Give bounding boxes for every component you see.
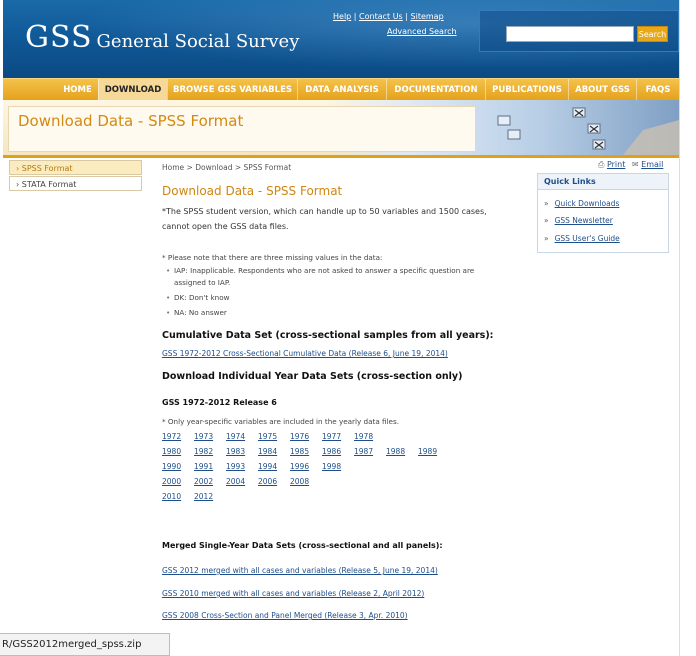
search-button[interactable]: Search — [637, 26, 668, 42]
year-link[interactable]: 1991 — [194, 462, 213, 471]
double-chevron-icon: » — [544, 199, 549, 208]
email-icon[interactable]: ✉ — [632, 160, 639, 169]
page-title: Download Data - SPSS Format — [162, 184, 343, 198]
year-link[interactable]: 1972 — [162, 432, 181, 441]
advanced-search-link[interactable]: Advanced Search — [387, 27, 457, 36]
quick-link-users-guide[interactable]: » GSS User's Guide — [544, 234, 620, 243]
quick-link-downloads[interactable]: » Quick Downloads — [544, 199, 619, 208]
year-link[interactable]: 1988 — [386, 447, 405, 456]
year-link[interactable]: 1974 — [226, 432, 245, 441]
missing-value-dk: DK: Don't know — [166, 293, 229, 302]
window-right-edge — [679, 0, 696, 656]
site-logo[interactable]: GSS General Social Survey — [25, 20, 299, 55]
cumulative-heading: Cumulative Data Set (cross-sectional sam… — [162, 330, 494, 341]
year-link[interactable]: 1976 — [290, 432, 309, 441]
year-link[interactable]: 1986 — [322, 447, 341, 456]
double-chevron-icon: » — [544, 216, 549, 225]
release-heading: GSS 1972-2012 Release 6 — [162, 398, 277, 407]
year-link[interactable]: 1983 — [226, 447, 245, 456]
double-chevron-icon: » — [544, 234, 549, 243]
page-tools: ⎙ Print ✉ Email — [598, 160, 663, 170]
year-link[interactable]: 1973 — [194, 432, 213, 441]
nav-home[interactable]: HOME — [57, 79, 98, 101]
missing-value-iap-cont: assigned to IAP. — [174, 278, 231, 287]
year-link[interactable]: 1982 — [194, 447, 213, 456]
nav-download[interactable]: DOWNLOAD — [98, 79, 167, 101]
page-banner: Download Data - SPSS Format — [3, 100, 679, 158]
year-link[interactable]: 2010 — [162, 492, 181, 501]
left-menu: › SPSS Format › STATA Format — [9, 160, 142, 192]
intro-text-1: *The SPSS student version, which can han… — [162, 207, 487, 216]
left-menu-spss-label: SPSS Format — [21, 164, 73, 173]
nav-data-analysis[interactable]: DATA ANALYSIS — [297, 79, 386, 101]
left-menu-spss[interactable]: › SPSS Format — [9, 160, 142, 175]
year-link[interactable]: 1987 — [354, 447, 373, 456]
year-link[interactable]: 2012 — [194, 492, 213, 501]
contact-link[interactable]: Contact Us — [359, 12, 403, 21]
sitemap-link[interactable]: Sitemap — [411, 12, 444, 21]
year-link[interactable]: 2004 — [226, 477, 245, 486]
quick-links-title: Quick Links — [538, 174, 668, 190]
breadcrumb: Home > Download > SPSS Format — [162, 163, 292, 172]
left-menu-stata-label: STATA Format — [21, 180, 77, 189]
print-icon[interactable]: ⎙ — [598, 160, 604, 169]
logo-acronym: GSS — [25, 20, 93, 55]
nav-documentation[interactable]: DOCUMENTATION — [386, 79, 485, 101]
nav-browse-variables[interactable]: BROWSE GSS VARIABLES — [167, 79, 297, 101]
year-link[interactable]: 1975 — [258, 432, 277, 441]
banner-title: Download Data - SPSS Format — [18, 112, 244, 130]
search-input[interactable] — [506, 26, 634, 42]
year-link[interactable]: 2000 — [162, 477, 181, 486]
utility-links: Help | Contact Us | Sitemap — [333, 12, 444, 21]
missing-values-note: * Please note that there are three missi… — [162, 253, 383, 262]
nav-faqs[interactable]: FAQS — [636, 79, 679, 101]
year-link[interactable]: 1980 — [162, 447, 181, 456]
year-link[interactable]: 1990 — [162, 462, 181, 471]
year-link[interactable]: 1993 — [226, 462, 245, 471]
quick-link-newsletter[interactable]: » GSS Newsletter — [544, 216, 613, 225]
intro-text-2: cannot open the GSS data files. — [162, 222, 289, 231]
left-menu-stata[interactable]: › STATA Format — [9, 176, 142, 191]
year-link[interactable]: 1978 — [354, 432, 373, 441]
missing-value-na: NA: No answer — [166, 308, 227, 317]
quick-link-label: Quick Downloads — [554, 199, 620, 208]
status-bar-url: R/GSS2012merged_spss.zip — [0, 633, 170, 656]
quick-links-panel: Quick Links » Quick Downloads » GSS Newsle… — [537, 173, 669, 253]
year-link[interactable]: 1998 — [322, 462, 341, 471]
year-link[interactable]: 2006 — [258, 477, 277, 486]
year-link[interactable]: 1996 — [290, 462, 309, 471]
quick-link-label: GSS User's Guide — [554, 234, 620, 243]
main-nav: HOME DOWNLOAD BROWSE GSS VARIABLES DATA … — [3, 78, 679, 101]
merged-link-2012[interactable]: GSS 2012 merged with all cases and varia… — [162, 566, 438, 575]
year-link[interactable]: 2008 — [290, 477, 309, 486]
year-link[interactable]: 2002 — [194, 477, 213, 486]
email-link[interactable]: Email — [641, 160, 663, 169]
year-link[interactable]: 1994 — [258, 462, 277, 471]
merged-heading: Merged Single-Year Data Sets (cross-sect… — [162, 541, 443, 550]
merged-link-2010[interactable]: GSS 2010 merged with all cases and varia… — [162, 589, 424, 598]
year-link[interactable]: 1985 — [290, 447, 309, 456]
year-link[interactable]: 1984 — [258, 447, 277, 456]
nav-about[interactable]: ABOUT GSS — [568, 79, 636, 101]
quick-link-label: GSS Newsletter — [554, 216, 613, 225]
logo-name: General Social Survey — [96, 31, 300, 52]
nav-publications[interactable]: PUBLICATIONS — [485, 79, 568, 101]
merged-link-2008[interactable]: GSS 2008 Cross-Section and Panel Merged … — [162, 611, 408, 620]
year-link[interactable]: 1989 — [418, 447, 437, 456]
individual-year-heading: Download Individual Year Data Sets (cros… — [162, 371, 463, 382]
missing-value-iap: IAP: Inapplicable. Respondents who are n… — [166, 266, 474, 275]
print-link[interactable]: Print — [607, 160, 625, 169]
cumulative-data-link[interactable]: GSS 1972-2012 Cross-Sectional Cumulative… — [162, 349, 448, 358]
year-link[interactable]: 1977 — [322, 432, 341, 441]
year-note: * Only year-specific variables are inclu… — [162, 417, 399, 426]
help-link[interactable]: Help — [333, 12, 351, 21]
